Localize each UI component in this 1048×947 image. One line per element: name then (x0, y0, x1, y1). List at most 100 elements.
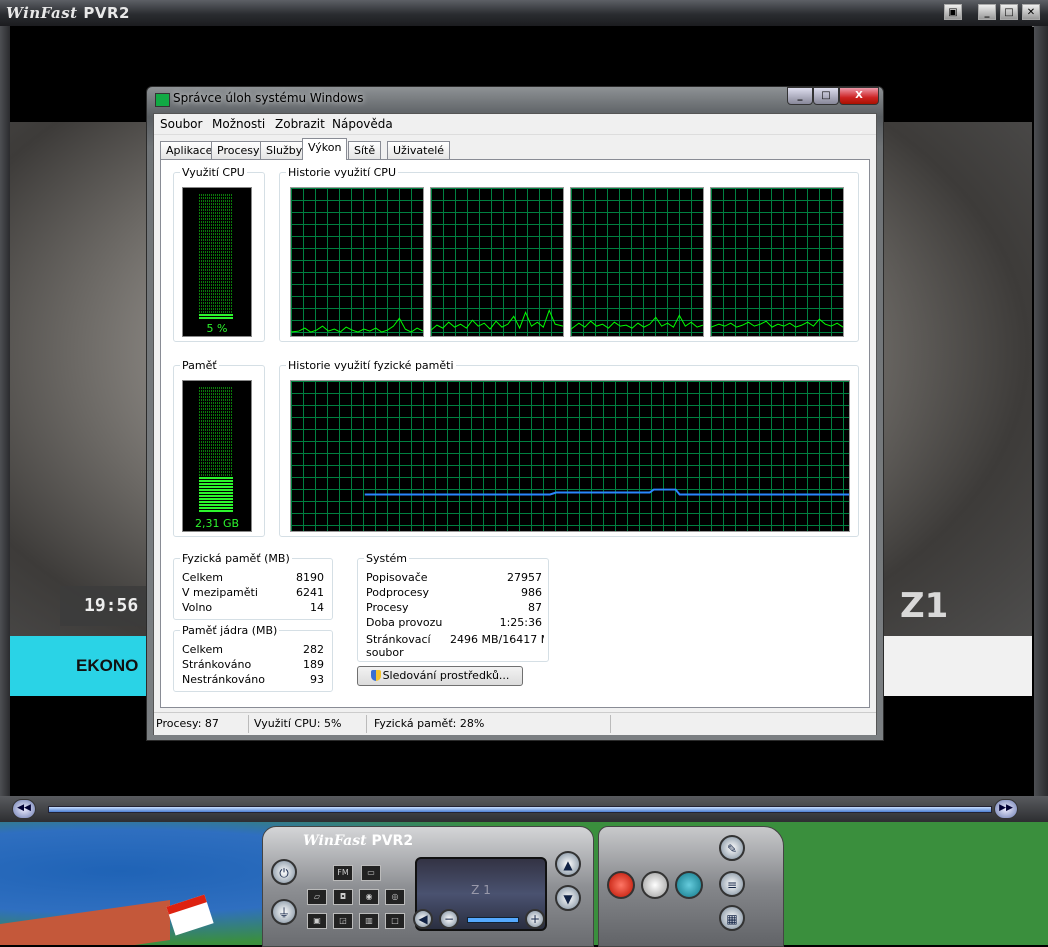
meter-segment (199, 489, 233, 491)
window-title: Správce úloh systému Windows (173, 91, 364, 105)
record-icon[interactable]: ◉ (359, 889, 379, 905)
system-processes-value: 87 (528, 601, 542, 614)
seek-forward-button[interactable]: ▶▶ (994, 799, 1018, 819)
channel-up-icon[interactable]: ▲ (555, 851, 581, 877)
player-logo: WinFast PVR2 (6, 4, 130, 22)
physical-cached-label: V mezipaměti (182, 586, 258, 599)
cpu-core-line-2 (431, 308, 563, 331)
meter-segment (199, 459, 233, 461)
meter-segment (199, 197, 233, 199)
menu-zobrazit[interactable]: Zobrazit (275, 117, 325, 131)
player-close-button[interactable]: ✕ (1022, 4, 1040, 20)
tab-site[interactable]: Sítě (348, 141, 382, 159)
menu-moznosti[interactable]: Možnosti (212, 117, 265, 131)
system-title: Systém (364, 552, 410, 565)
volume-slider[interactable] (467, 917, 519, 923)
player-control-panel: WinFast PVR2 ⏻ ⏚ FM ▭ ▱ ◘ ◉ ◎ ▣ ◲ ▥ □ Z … (262, 826, 594, 947)
volume-icon[interactable]: ◀ (413, 909, 433, 929)
dual-view-icon[interactable]: ▥ (359, 913, 379, 929)
player-maximize-button[interactable]: □ (1000, 4, 1018, 20)
resource-monitor-button[interactable]: Sledování prostředků... (357, 666, 523, 686)
status-bar: Procesy: 87 Využití CPU: 5% Fyzická pamě… (154, 712, 876, 735)
cpu-history-group: Historie využití CPU (279, 166, 859, 342)
physical-cached-value: 6241 (296, 586, 324, 599)
tv-icon[interactable]: ▭ (361, 865, 381, 881)
meter-segment (199, 287, 233, 289)
tab-vykon[interactable]: Výkon (302, 138, 348, 160)
meter-segment (199, 209, 233, 211)
seek-track[interactable] (48, 806, 992, 813)
meter-segment (199, 507, 233, 509)
schedule-icon[interactable] (675, 871, 703, 899)
meter-segment (199, 498, 233, 500)
settings-wrench-icon[interactable]: ✎ (719, 835, 745, 861)
cpu-core-line-4 (711, 318, 843, 328)
cpu-core-graph-3 (570, 187, 704, 337)
player-frame-left (0, 26, 10, 796)
kernel-nonpaged-value: 93 (310, 673, 324, 686)
meter-segment (199, 275, 233, 277)
menu-bar: Soubor Možnosti Zobrazit Nápověda (154, 114, 876, 135)
meter-segment (199, 200, 233, 202)
meter-segment (199, 302, 233, 304)
player-screen-button[interactable]: ▣ (944, 4, 962, 20)
system-threads-value: 986 (521, 586, 542, 599)
close-button[interactable]: X (839, 87, 879, 105)
player-minimize-button[interactable]: _ (978, 4, 996, 20)
record-button-icon[interactable] (607, 871, 635, 899)
meter-segment (199, 441, 233, 443)
meter-segment (199, 242, 233, 244)
video-channel-logo: Z1 (900, 586, 949, 626)
kernel-total-label: Celkem (182, 643, 223, 656)
meter-segment (199, 305, 233, 307)
meter-segment (199, 284, 233, 286)
physical-free-value: 14 (310, 601, 324, 614)
meter-segment (199, 408, 233, 410)
volume-down-icon[interactable]: − (439, 909, 459, 929)
performance-page: Využití CPU 5 % Historie využití CPU Pam… (160, 159, 870, 708)
channel-display-text: Z 1 (471, 883, 491, 897)
system-pagefile-label-2: soubor (366, 646, 404, 659)
panel-logo: WinFast PVR2 (303, 833, 413, 849)
memory-history-graph (290, 380, 850, 532)
uac-shield-icon (370, 670, 381, 681)
fm-button[interactable]: FM (333, 865, 353, 881)
keypad-icon[interactable]: ▦ (719, 905, 745, 931)
meter-segment (199, 281, 233, 283)
meter-segment (199, 390, 233, 392)
seek-back-button[interactable]: ◀◀ (12, 799, 36, 819)
maximize-button[interactable]: □ (813, 87, 839, 105)
status-divider (366, 715, 367, 733)
eye-icon[interactable]: ◎ (385, 889, 405, 905)
tab-uzivatele[interactable]: Uživatelé (387, 141, 451, 159)
power-icon[interactable]: ⏻ (271, 859, 297, 885)
channel-down-icon[interactable]: ▼ (555, 885, 581, 911)
system-threads-label: Podprocesy (366, 586, 430, 599)
memory-history-line (364, 488, 849, 496)
menu-napoveda[interactable]: Nápověda (332, 117, 393, 131)
pip2-icon[interactable]: ◲ (333, 913, 353, 929)
meter-segment (199, 465, 233, 467)
menu-soubor[interactable]: Soubor (160, 117, 202, 131)
tab-aplikace[interactable]: Aplikace (160, 141, 219, 159)
cpu-history-label: Historie využití CPU (286, 166, 398, 179)
meter-segment (199, 203, 233, 205)
meter-segment (199, 251, 233, 253)
tab-procesy[interactable]: Procesy (211, 141, 266, 159)
fullscreen-icon[interactable]: □ (385, 913, 405, 929)
folder-icon[interactable]: ▱ (307, 889, 327, 905)
snapshot-icon[interactable]: ◘ (333, 889, 353, 905)
meter-segment (199, 212, 233, 214)
meter-segment (199, 263, 233, 265)
meter-segment (199, 456, 233, 458)
cpu-core-line-1 (291, 317, 423, 333)
volume-up-icon[interactable]: + (525, 909, 545, 929)
mute-plug-icon[interactable]: ⏚ (271, 899, 297, 925)
list-icon[interactable]: ≡ (719, 871, 745, 897)
meter-segment (199, 260, 233, 262)
timeshift-icon[interactable] (641, 871, 669, 899)
pip-icon[interactable]: ▣ (307, 913, 327, 929)
minimize-button[interactable]: _ (787, 87, 813, 105)
memory-usage-label: Paměť (180, 359, 219, 372)
meter-segment (199, 215, 233, 217)
